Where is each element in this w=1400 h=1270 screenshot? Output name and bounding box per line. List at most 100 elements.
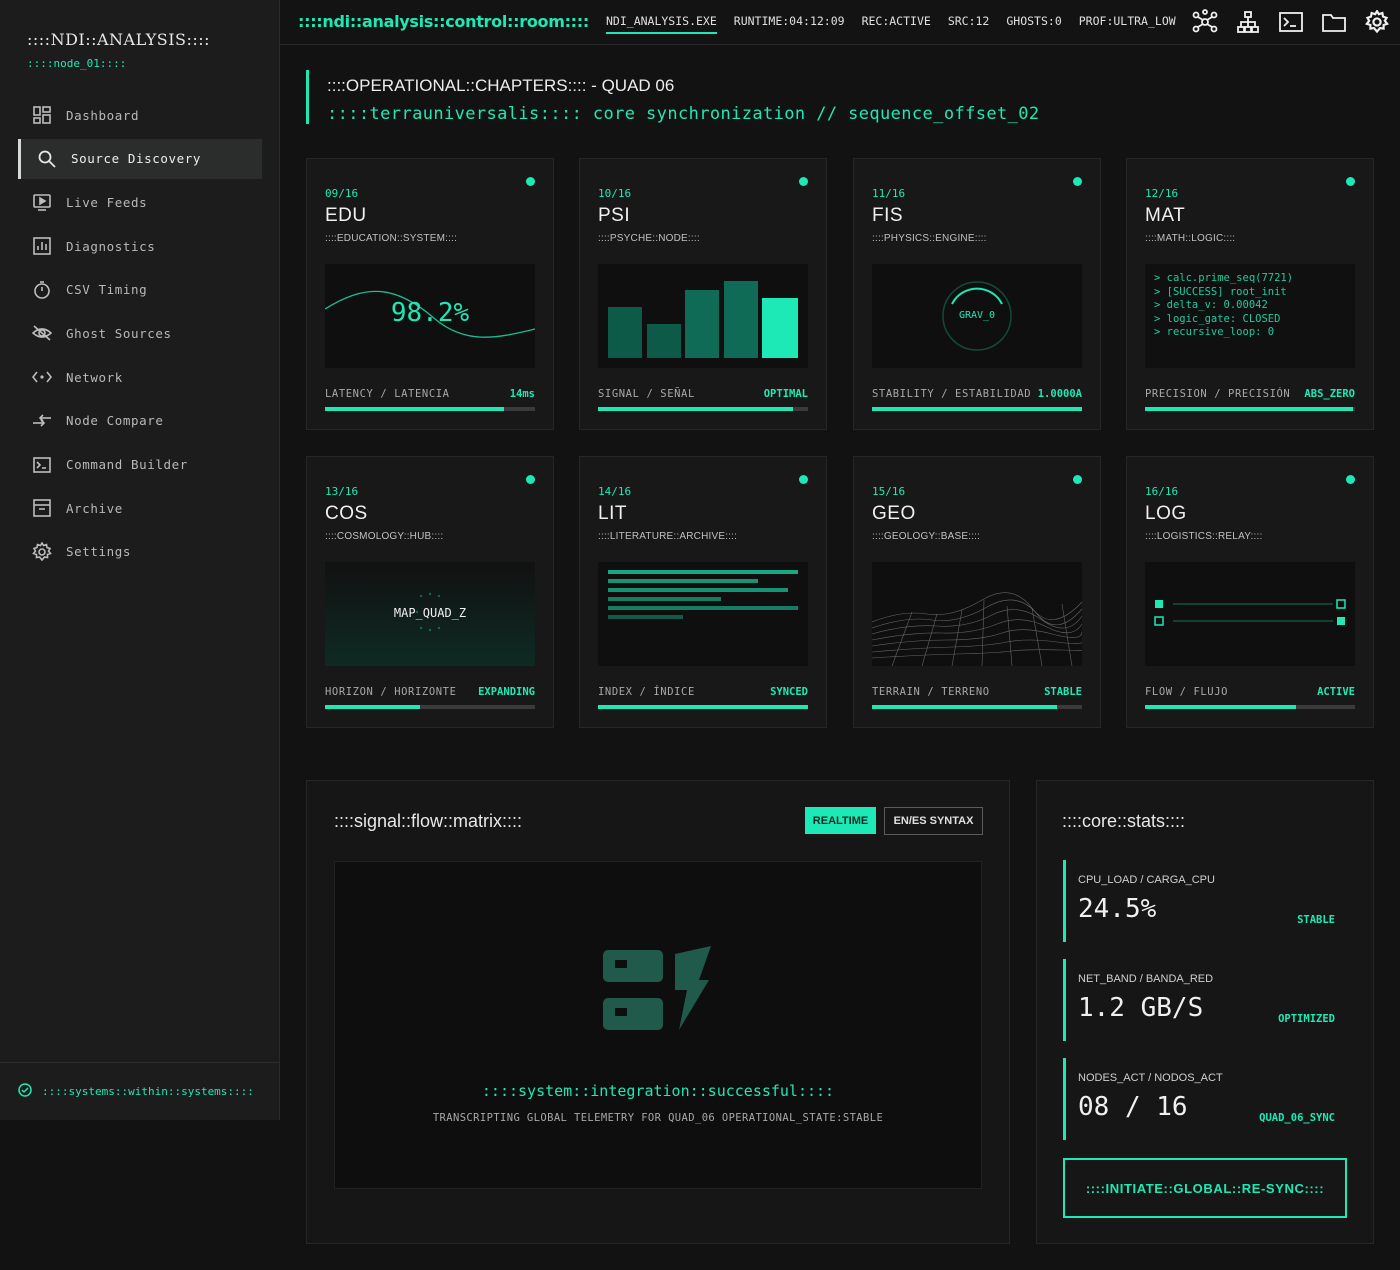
card-edu[interactable]: 09/16 EDU ::::EDUCATION::SYSTEM:::: 98.2… [306, 158, 554, 430]
card-geo[interactable]: 15/16 GEO ::::GEOLOGY::BASE:::: TERRAIN … [853, 456, 1101, 728]
metric-label: PRECISION / PRECISIÓN [1145, 388, 1291, 400]
sidebar-item-node-compare[interactable]: Node Compare [18, 401, 262, 441]
toolbar-icons [1175, 9, 1390, 35]
profile-readout: PROF:ULTRA_LOW [1078, 14, 1176, 28]
card-mat[interactable]: 12/16 MAT ::::MATH::LOGIC:::: > calc.pri… [1126, 158, 1374, 430]
index-line [608, 570, 798, 574]
card-subtitle: ::::COSMOLOGY::HUB:::: [325, 531, 444, 542]
card-subtitle: ::::PHYSICS::ENGINE:::: [872, 233, 987, 244]
card-code: LIT [598, 503, 627, 524]
sidebar-item-source-discovery[interactable]: Source Discovery [18, 138, 262, 179]
progress-fill [598, 407, 794, 411]
sidebar-item-label: Source Discovery [71, 151, 202, 167]
card-metric: TERRAIN / TERRENO STABLE [872, 686, 1082, 698]
matrix-display: ::::system::integration::successful:::: … [334, 861, 982, 1189]
flow-links-viz [1145, 562, 1355, 666]
latency-score: 98.2% [390, 298, 470, 328]
chart-icon [32, 236, 52, 256]
signal-bars-viz [598, 264, 808, 368]
card-index: 13/16 [325, 485, 359, 498]
signal-bar [685, 290, 719, 358]
progress-bar [1145, 705, 1355, 709]
metric-label: TERRAIN / TERRENO [872, 686, 990, 698]
sidebar-item-label: Command Builder [66, 457, 188, 472]
metric-value: OPTIMAL [763, 388, 808, 400]
telemetry-message: TRANSCRIPTING GLOBAL TELEMETRY FOR QUAD_… [432, 1112, 884, 1124]
sidebar-item-command-builder[interactable]: Command Builder [18, 445, 262, 485]
signal-bar [608, 307, 642, 358]
card-subtitle: ::::GEOLOGY::BASE:::: [872, 531, 981, 542]
status-strip: NDI_ANALYSIS.EXE RUNTIME:04:12:09 REC:AC… [606, 14, 1193, 34]
card-psi[interactable]: 10/16 PSI ::::PSYCHE::NODE:::: SIGNAL / … [579, 158, 827, 430]
metric-value: 1.0000A [1037, 388, 1082, 400]
realtime-button[interactable]: REALTIME [805, 807, 876, 834]
stat-label: CPU_LOAD / CARGA_CPU [1078, 874, 1215, 886]
progress-bar [325, 407, 535, 411]
sidebar-item-label: Node Compare [66, 413, 164, 429]
card-log[interactable]: 16/16 LOG ::::LOGISTICS::RELAY:::: FLOW … [1126, 456, 1374, 728]
signal-bar [647, 324, 681, 358]
index-line [608, 579, 758, 583]
index-line [608, 588, 788, 592]
progress-bar [325, 705, 535, 709]
stat-status: OPTIMIZED [1278, 1013, 1335, 1025]
terminal-icon[interactable] [1278, 9, 1304, 35]
rec-status: REC:ACTIVE [861, 14, 931, 28]
global-resync-button[interactable]: ::::INITIATE::GLOBAL::RE-SYNC:::: [1063, 1158, 1347, 1218]
card-index: 12/16 [1145, 187, 1179, 200]
runtime-readout: RUNTIME:04:12:09 [733, 14, 845, 28]
log-line: > calc.prime_seq(7721) [1154, 272, 1294, 284]
latency-wave-viz: 98.2% [325, 264, 535, 368]
folder-icon[interactable] [1321, 9, 1347, 35]
stat-net-band: NET_BAND / BANDA_RED 1.2 GB/S OPTIMIZED [1063, 959, 1335, 1041]
card-metric: HORIZON / HORIZONTE EXPANDING [325, 686, 535, 698]
card-subtitle: ::::LITERATURE::ARCHIVE:::: [598, 531, 738, 542]
integration-icon [603, 946, 715, 1041]
sidebar-item-live-feeds[interactable]: Live Feeds [18, 182, 262, 222]
sidebar-item-settings[interactable]: Settings [18, 532, 262, 572]
metric-label: STABILITY / ESTABILIDAD [872, 388, 1032, 400]
tab-ndi-analysis[interactable]: NDI_ANALYSIS.EXE [606, 14, 717, 34]
index-line [608, 615, 683, 619]
syntax-button[interactable]: EN/ES SYNTAX [884, 807, 983, 835]
sidebar-item-diagnostics[interactable]: Diagnostics [18, 226, 262, 266]
index-line [608, 606, 798, 610]
sidebar-item-dashboard[interactable]: Dashboard [18, 95, 262, 135]
metric-label: HORIZON / HORIZONTE [325, 686, 457, 698]
status-dot [1346, 177, 1355, 186]
sidebar-footer: ::::systems::within::systems:::: [0, 1062, 280, 1120]
sidebar-item-label: Diagnostics [66, 238, 156, 254]
status-dot [526, 177, 535, 186]
log-line: > [SUCCESS] root_init [1154, 285, 1287, 298]
hub-icon[interactable] [1192, 9, 1218, 35]
stat-value: 08 / 16 [1078, 1092, 1188, 1122]
dashboard-icon [32, 105, 52, 125]
card-fis[interactable]: 11/16 FIS ::::PHYSICS::ENGINE:::: GRAV_0… [853, 158, 1101, 430]
status-dot [799, 177, 808, 186]
sidebar-item-network[interactable]: Network [18, 357, 262, 397]
card-cos[interactable]: 13/16 COS ::::COSMOLOGY::HUB:::: MAP_QUA… [306, 456, 554, 728]
sidebar-item-label: CSV Timing [66, 282, 148, 298]
terrain-mesh-viz [872, 562, 1082, 666]
card-subtitle: ::::MATH::LOGIC:::: [1145, 233, 1236, 244]
sidebar-item-archive[interactable]: Archive [18, 488, 262, 528]
card-lit[interactable]: 14/16 LIT ::::LITERATURE::ARCHIVE:::: IN… [579, 456, 827, 728]
search-icon [37, 149, 57, 169]
progress-fill [1145, 705, 1297, 709]
core-stats-panel: ::::core::stats:::: CPU_LOAD / CARGA_CPU… [1036, 780, 1374, 1244]
sidebar-item-ghost-sources[interactable]: Ghost Sources [18, 313, 262, 353]
progress-fill [325, 705, 420, 709]
gear-icon [32, 541, 52, 562]
sidebar-item-csv-timing[interactable]: CSV Timing [18, 270, 262, 310]
status-dot [526, 475, 535, 484]
progress-fill [325, 407, 504, 411]
stat-nodes-active: NODES_ACT / NODOS_ACT 08 / 16 QUAD_06_SY… [1063, 1058, 1335, 1140]
sitemap-icon[interactable] [1235, 9, 1261, 35]
play-icon [32, 192, 52, 212]
sidebar-item-label: Settings [66, 544, 132, 560]
gear-icon[interactable] [1364, 9, 1390, 35]
status-dot [1073, 177, 1082, 186]
stat-value: 24.5% [1078, 894, 1157, 924]
stat-label: NODES_ACT / NODOS_ACT [1078, 1072, 1223, 1084]
progress-fill [872, 407, 1082, 411]
